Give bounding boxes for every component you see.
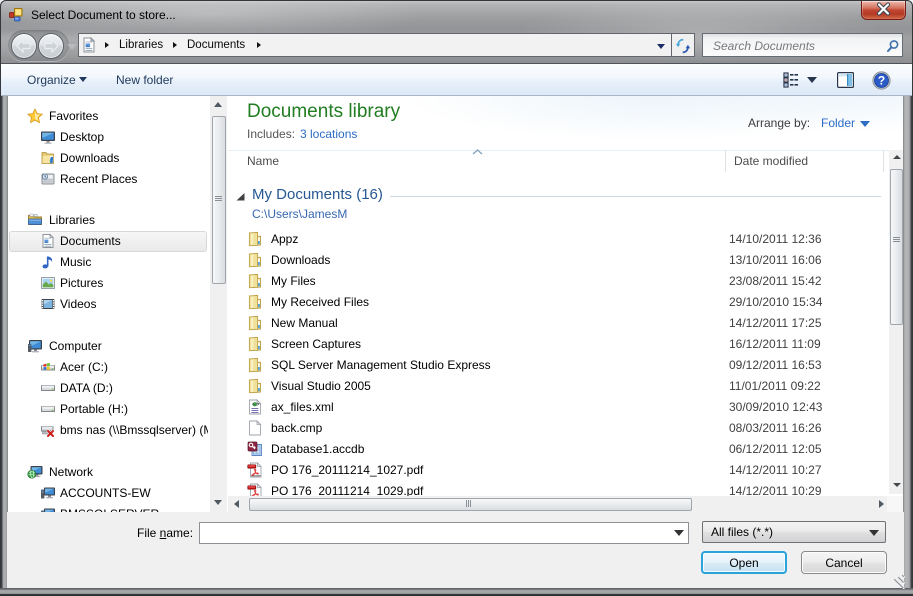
svg-text:>: > <box>257 402 260 408</box>
svg-text:?: ? <box>878 74 885 88</box>
